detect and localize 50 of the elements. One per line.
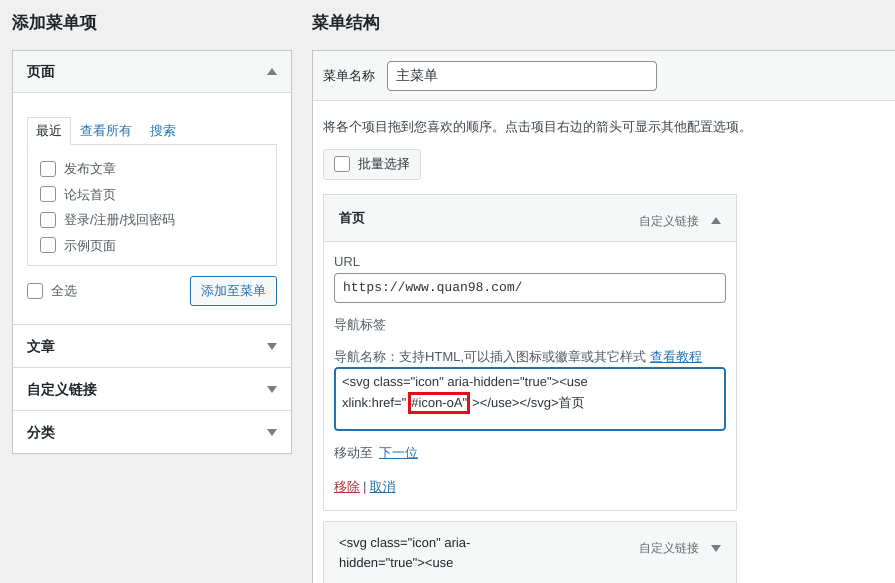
move-to-label: 移动至 xyxy=(334,444,373,462)
expand-caret-icon[interactable] xyxy=(267,428,277,436)
section-title: 文章 xyxy=(27,336,55,356)
tab[interactable]: 查看所有 xyxy=(71,117,141,145)
menu-structure-heading: 菜单结构 xyxy=(312,12,381,34)
menu-name-label: 菜单名称 xyxy=(323,66,375,85)
page-label: 示例页面 xyxy=(64,236,116,254)
page-label: 登录/注册/找回密码 xyxy=(64,211,176,229)
add-menu-items-heading: 添加菜单项 xyxy=(12,12,98,34)
url-label: URL xyxy=(334,252,362,270)
collapse-caret-icon[interactable] xyxy=(711,217,721,224)
tab[interactable]: 最近 xyxy=(27,117,71,145)
move-next-link[interactable]: 下一位 xyxy=(379,443,418,462)
cancel-link[interactable]: 取消 xyxy=(369,476,396,496)
checkbox[interactable] xyxy=(40,186,56,202)
section-header[interactable]: 页面 xyxy=(13,51,291,93)
select-all-checkbox[interactable] xyxy=(27,283,43,299)
item-type-label: 自定义链接 xyxy=(639,212,699,230)
expand-caret-icon[interactable] xyxy=(711,544,721,552)
bulk-select-checkbox[interactable] xyxy=(334,156,350,172)
section-title: 自定义链接 xyxy=(27,380,97,398)
menu-item-header[interactable]: <svg class="icon" aria-hidden="true"><use 自定义链接 xyxy=(324,522,736,583)
checkbox[interactable] xyxy=(40,237,56,254)
page-label: 论坛首页 xyxy=(64,186,116,204)
textarea-text: <svg class="icon" aria-hidden="true"><use xlink:href=" #icon-oA" ></use></svg>首页 xyxy=(342,372,612,414)
menu-item-header[interactable]: 首页 自定义链接 xyxy=(324,194,736,242)
select-all-label: 全选 xyxy=(51,282,77,300)
separator: | xyxy=(363,478,366,496)
nav-name-textarea[interactable]: <svg class="icon" aria-hidden="true"><use xlink:href=" #icon-oA" ></use></svg>首页 xyxy=(334,367,726,431)
item-type-label: 自定义链接 xyxy=(639,540,699,557)
tutorial-link[interactable]: 查看教程 xyxy=(650,346,702,366)
instructions-text: 将各个项目拖到您喜欢的顺序。点击项目右边的箭头可显示其他配置选项。 xyxy=(323,118,753,136)
menu-item-title: 首页 xyxy=(339,208,366,226)
menu-name-field[interactable]: 主菜单 xyxy=(387,60,657,90)
add-to-menu-button[interactable]: 添加至菜单 xyxy=(190,276,277,306)
nav-label-heading: 导航标签 xyxy=(334,316,387,334)
url-field[interactable]: https://www.quan98.com/ xyxy=(334,273,726,303)
expand-caret-icon[interactable] xyxy=(267,342,277,350)
section-title: 分类 xyxy=(27,422,55,442)
nav-name-hint: 导航名称：支持HTML,可以插入图标或徽章或其它样式 xyxy=(334,348,646,366)
checkbox[interactable] xyxy=(40,160,56,177)
remove-link[interactable]: 移除 xyxy=(334,476,360,496)
section-title: 页面 xyxy=(27,62,55,81)
bulk-select-button[interactable]: 批量选择 xyxy=(323,148,421,180)
tab[interactable]: 搜索 xyxy=(141,117,185,145)
menu-item-title: <svg class="icon" aria-hidden="true"><use xyxy=(339,534,472,572)
page-label: 发布文章 xyxy=(64,160,116,178)
expand-caret-icon[interactable] xyxy=(267,386,277,392)
collapse-caret-icon[interactable] xyxy=(267,68,277,75)
checkbox[interactable] xyxy=(40,212,56,228)
